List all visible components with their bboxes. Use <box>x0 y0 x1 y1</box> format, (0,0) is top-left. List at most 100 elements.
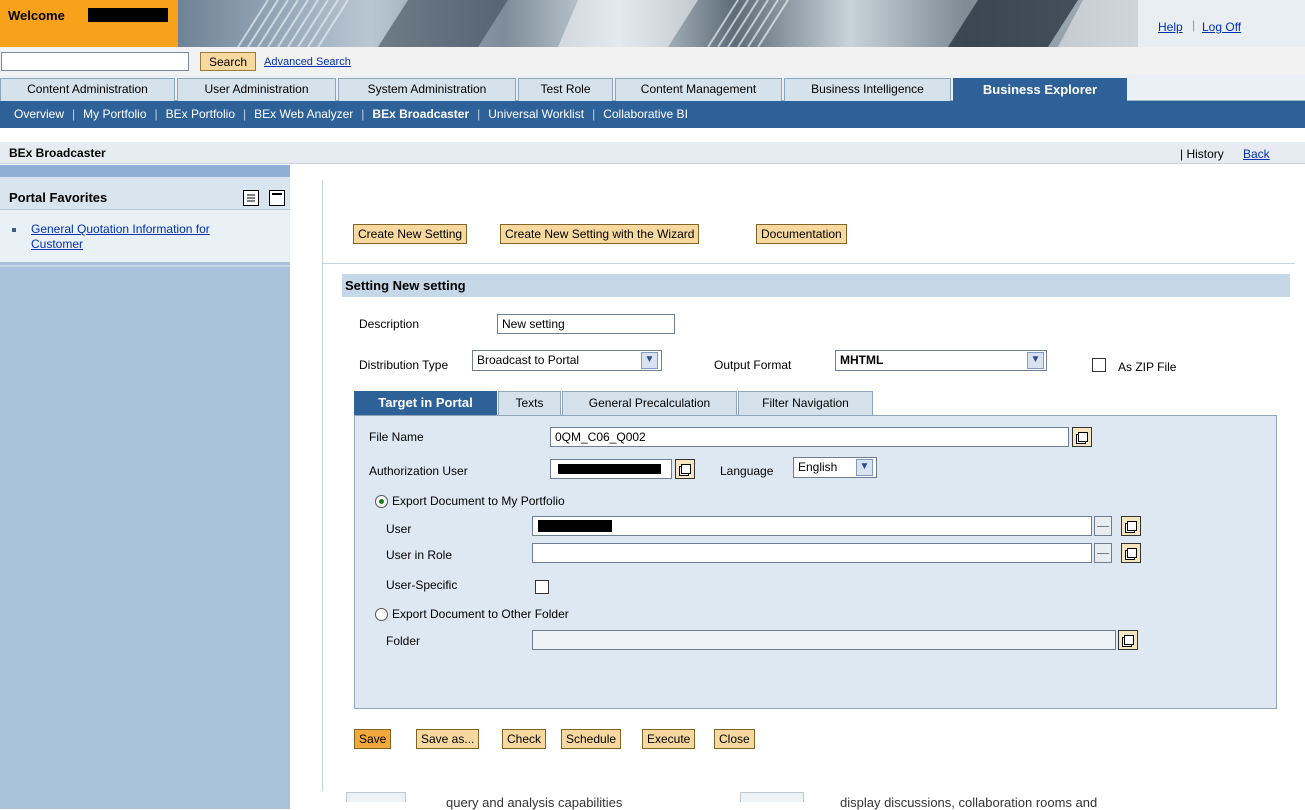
create-new-setting-button[interactable]: Create New Setting <box>353 224 468 244</box>
save-button[interactable]: Save <box>354 729 392 749</box>
user-label: User <box>386 522 412 536</box>
language-label: Language <box>720 464 774 478</box>
folder-input[interactable] <box>532 630 1116 650</box>
value-help-icon[interactable] <box>1121 543 1141 563</box>
footer-thumbnail <box>740 792 804 802</box>
panel-collapse-strip[interactable] <box>0 165 290 177</box>
export-other-folder-label: Export Document to Other Folder <box>392 607 569 621</box>
redacted-authorization-user <box>558 464 661 474</box>
favorite-link-general-quotation[interactable]: General Quotation Information for Custom… <box>31 222 261 252</box>
schedule-button[interactable]: Schedule <box>561 729 622 749</box>
search-input[interactable] <box>1 52 189 71</box>
settings-toolbar-area <box>323 180 1295 264</box>
subnav-separator: | <box>361 107 365 121</box>
favorites-minimize-icon[interactable] <box>269 190 285 206</box>
history-menu[interactable]: | History <box>1180 147 1224 161</box>
tab-business-explorer[interactable]: Business Explorer <box>953 78 1127 101</box>
content-divider <box>322 180 323 809</box>
subnav-bex-broadcaster[interactable]: BEx Broadcaster <box>372 107 469 121</box>
value-help-icon[interactable] <box>675 459 695 479</box>
subnav-universal-worklist[interactable]: Universal Worklist <box>488 107 584 121</box>
distribution-type-label: Distribution Type <box>359 358 449 372</box>
check-button[interactable]: Check <box>502 729 547 749</box>
value-help-icon[interactable] <box>1072 427 1092 447</box>
execute-button[interactable]: Execute <box>642 729 696 749</box>
documentation-button[interactable]: Documentation <box>756 224 847 244</box>
file-name-input[interactable] <box>550 427 1069 447</box>
save-as-button[interactable]: Save as... <box>416 729 480 749</box>
welcome-label: Welcome <box>8 8 65 23</box>
footer-text-right: display discussions, collaboration rooms… <box>840 795 1098 810</box>
chevron-down-icon[interactable]: ▼ <box>856 459 873 476</box>
search-button[interactable]: Search <box>200 52 256 71</box>
header-banner-image <box>178 0 1138 47</box>
subnav-separator: | <box>154 107 158 121</box>
user-specific-label: User-Specific <box>386 578 458 592</box>
tab-user-administration[interactable]: User Administration <box>177 78 336 101</box>
tab-test-role[interactable]: Test Role <box>518 78 613 101</box>
subnav-overview[interactable]: Overview <box>14 107 64 121</box>
content-margin <box>290 165 320 809</box>
as-zip-file-label: As ZIP File <box>1118 360 1177 374</box>
tab-general-precalculation[interactable]: General Precalculation <box>562 391 737 415</box>
help-link[interactable]: Help <box>1158 20 1183 34</box>
value-help-icon[interactable] <box>1121 516 1141 536</box>
tab-texts[interactable]: Texts <box>498 391 561 415</box>
sub-navigation-list: Overview | My Portfolio | BEx Portfolio | BEx … <box>14 107 688 121</box>
export-other-folder-radio[interactable] <box>375 608 388 621</box>
subnav-separator: | <box>477 107 481 121</box>
page-title-bar <box>0 142 1305 164</box>
minimize-icon <box>272 193 282 195</box>
list-bullet-icon <box>12 228 16 232</box>
chevron-down-icon[interactable]: ▼ <box>1027 352 1044 369</box>
output-format-select[interactable]: MHTML <box>835 350 1047 371</box>
list-menu-icon <box>247 194 255 202</box>
chevron-down-icon[interactable]: ▼ <box>641 352 658 369</box>
favorites-divider <box>0 265 290 267</box>
footer-text-left: query and analysis capabilities <box>446 795 623 810</box>
subnav-my-portfolio[interactable]: My Portfolio <box>83 107 146 121</box>
back-link[interactable]: Back <box>1243 147 1270 161</box>
subnav-bex-web-analyzer[interactable]: BEx Web Analyzer <box>254 107 353 121</box>
subnav-separator: | <box>72 107 76 121</box>
value-help-icon[interactable] <box>1118 630 1138 650</box>
favorites-menu-icon[interactable] <box>243 190 259 206</box>
subnav-collaborative-bi[interactable]: Collaborative BI <box>603 107 688 121</box>
log-off-link[interactable]: Log Off <box>1202 20 1241 34</box>
tab-target-in-portal[interactable]: Target in Portal <box>354 391 497 415</box>
header-link-separator: | <box>1192 18 1196 32</box>
stepper-icon[interactable] <box>1094 516 1112 536</box>
setting-title: Setting New setting <box>345 278 466 293</box>
subnav-separator: | <box>592 107 596 121</box>
as-zip-file-checkbox[interactable] <box>1092 358 1106 372</box>
output-format-label: Output Format <box>714 358 792 372</box>
user-input[interactable] <box>532 516 1092 536</box>
output-format-value: MHTML <box>840 353 884 367</box>
tab-business-intelligence[interactable]: Business Intelligence <box>784 78 951 101</box>
redacted-user-name <box>88 8 168 22</box>
advanced-search-link[interactable]: Advanced Search <box>264 56 351 68</box>
create-setting-wizard-button[interactable]: Create New Setting with the Wizard <box>500 224 700 244</box>
close-button[interactable]: Close <box>714 729 755 749</box>
search-bar <box>0 47 1305 75</box>
folder-label: Folder <box>386 634 421 648</box>
user-specific-checkbox[interactable] <box>535 580 549 594</box>
tab-system-administration[interactable]: System Administration <box>338 78 516 101</box>
setting-title-bar <box>342 274 1290 297</box>
tab-content-management[interactable]: Content Management <box>615 78 782 101</box>
authorization-user-label: Authorization User <box>369 464 468 478</box>
export-my-portfolio-radio[interactable] <box>375 495 388 508</box>
language-value: English <box>798 460 838 474</box>
redacted-user <box>538 520 612 532</box>
distribution-type-select[interactable]: Broadcast to Portal <box>472 350 662 371</box>
tab-content-administration[interactable]: Content Administration <box>0 78 175 101</box>
user-in-role-input[interactable] <box>532 543 1092 563</box>
subnav-separator: | <box>243 107 247 121</box>
banner-graphic <box>237 0 1138 47</box>
distribution-type-value: Broadcast to Portal <box>477 353 580 367</box>
subnav-bex-portfolio[interactable]: BEx Portfolio <box>166 107 235 121</box>
tab-filter-navigation[interactable]: Filter Navigation <box>738 391 873 415</box>
description-input[interactable] <box>497 314 675 334</box>
description-label: Description <box>359 317 420 331</box>
stepper-icon[interactable] <box>1094 543 1112 563</box>
